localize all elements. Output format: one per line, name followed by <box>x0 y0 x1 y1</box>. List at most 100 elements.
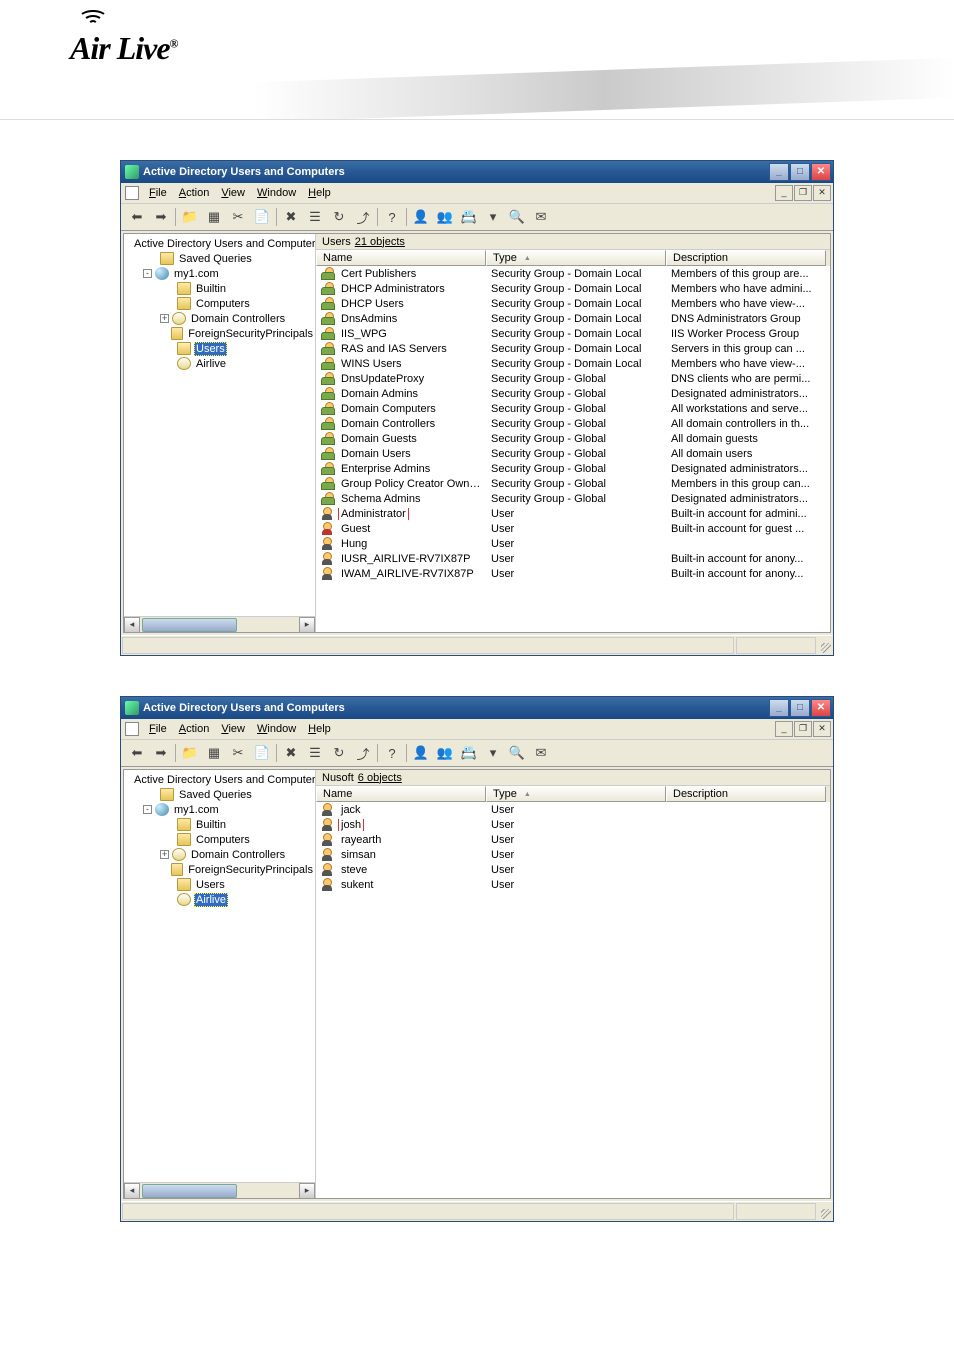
list-row[interactable]: josh User <box>316 817 830 832</box>
new-icon[interactable]: ☰ <box>304 742 326 764</box>
cut-icon[interactable]: ✂ <box>227 742 249 764</box>
tree-expand-icon[interactable]: + <box>160 850 169 859</box>
close-button[interactable]: ✕ <box>811 163 831 181</box>
tree-node[interactable]: Builtin <box>126 281 315 296</box>
list-row[interactable]: simsan User <box>316 847 830 862</box>
cut-icon[interactable]: ✂ <box>227 206 249 228</box>
user-add-icon[interactable]: 👤 <box>410 742 432 764</box>
menu-action[interactable]: Action <box>173 721 216 737</box>
tree-expand-icon[interactable]: - <box>143 269 152 278</box>
column-header-type[interactable]: Type <box>486 250 666 266</box>
tree-label[interactable]: Active Directory Users and Computer <box>132 238 316 250</box>
maximize-button[interactable]: □ <box>790 699 810 717</box>
list-row[interactable]: rayearth User <box>316 832 830 847</box>
tree-expand-icon[interactable]: + <box>160 314 169 323</box>
column-header-name[interactable]: Name <box>316 250 486 266</box>
list-row[interactable]: DHCP Administrators Security Group - Dom… <box>316 281 830 296</box>
tree-label[interactable]: Saved Queries <box>177 253 254 265</box>
find-icon[interactable]: 🔍 <box>506 206 528 228</box>
tree-label[interactable]: ForeignSecurityPrincipals <box>186 864 315 876</box>
tree-label[interactable]: my1.com <box>172 268 221 280</box>
tree-node[interactable]: + Domain Controllers <box>126 311 315 326</box>
list-row[interactable]: Domain Controllers Security Group - Glob… <box>316 416 830 431</box>
tree-node[interactable]: Airlive <box>126 356 315 371</box>
user-ou-icon[interactable]: 📇 <box>458 206 480 228</box>
tree-label[interactable]: Airlive <box>194 893 228 907</box>
list-row[interactable]: Administrator User Built-in account for … <box>316 506 830 521</box>
user-ou-icon[interactable]: 📇 <box>458 742 480 764</box>
list-row[interactable]: Guest User Built-in account for guest ..… <box>316 521 830 536</box>
tree-node[interactable]: Airlive <box>126 892 315 907</box>
tree-node[interactable]: Active Directory Users and Computer <box>126 236 315 251</box>
list-row[interactable]: DnsAdmins Security Group - Domain Local … <box>316 311 830 326</box>
menu-help[interactable]: Help <box>302 721 337 737</box>
list-row[interactable]: DHCP Users Security Group - Domain Local… <box>316 296 830 311</box>
refresh-icon[interactable]: ↻ <box>328 742 350 764</box>
list-row[interactable]: IIS_WPG Security Group - Domain Local II… <box>316 326 830 341</box>
resize-grip-icon[interactable] <box>817 636 833 655</box>
user-group-add-icon[interactable]: 👥 <box>434 742 456 764</box>
tree-node[interactable]: Saved Queries <box>126 787 315 802</box>
tree-pane[interactable]: Active Directory Users and Computer Save… <box>124 770 316 1198</box>
list-row[interactable]: IUSR_AIRLIVE-RV7IX87P User Built-in acco… <box>316 551 830 566</box>
list-row[interactable]: RAS and IAS Servers Security Group - Dom… <box>316 341 830 356</box>
export-icon[interactable]: ⤴ <box>352 206 374 228</box>
list-row[interactable]: steve User <box>316 862 830 877</box>
delete-icon[interactable]: ✖ <box>280 742 302 764</box>
menu-window[interactable]: Window <box>251 721 302 737</box>
child-close-button[interactable]: ✕ <box>813 185 831 201</box>
list-row[interactable]: Hung User <box>316 536 830 551</box>
list-row[interactable]: sukent User <box>316 877 830 892</box>
list-row[interactable]: Domain Admins Security Group - Global De… <box>316 386 830 401</box>
copy-icon[interactable]: 📄 <box>251 206 273 228</box>
up-folder-icon[interactable]: 📁 <box>179 206 201 228</box>
tree-label[interactable]: Computers <box>194 298 252 310</box>
tree-label[interactable]: Users <box>194 879 227 891</box>
refresh-icon[interactable]: ↻ <box>328 206 350 228</box>
tree-label[interactable]: Saved Queries <box>177 789 254 801</box>
filter-icon[interactable]: ▾ <box>482 206 504 228</box>
filter-icon[interactable]: ▾ <box>482 742 504 764</box>
back-arrow-icon[interactable]: ⬅ <box>126 206 148 228</box>
list-row[interactable]: DnsUpdateProxy Security Group - Global D… <box>316 371 830 386</box>
up-folder-icon[interactable]: 📁 <box>179 742 201 764</box>
tree-label[interactable]: Users <box>194 342 227 356</box>
child-restore-button[interactable]: ❐ <box>794 721 812 737</box>
tree-label[interactable]: Domain Controllers <box>189 849 287 861</box>
child-restore-button[interactable]: ❐ <box>794 185 812 201</box>
help-icon[interactable]: ? <box>381 742 403 764</box>
scroll-right-button[interactable]: ▸ <box>299 617 315 633</box>
mail-icon[interactable]: ✉ <box>530 206 552 228</box>
menu-help[interactable]: Help <box>302 185 337 201</box>
tree-node[interactable]: Users <box>126 341 315 356</box>
back-arrow-icon[interactable]: ⬅ <box>126 742 148 764</box>
list-row[interactable]: Cert Publishers Security Group - Domain … <box>316 266 830 281</box>
list-row[interactable]: Group Policy Creator Owners Security Gro… <box>316 476 830 491</box>
menu-view[interactable]: View <box>215 721 251 737</box>
horizontal-scrollbar[interactable]: ◂ ▸ <box>124 1182 315 1198</box>
user-add-icon[interactable]: 👤 <box>410 206 432 228</box>
tree-node[interactable]: Builtin <box>126 817 315 832</box>
list-row[interactable]: Domain Computers Security Group - Global… <box>316 401 830 416</box>
fwd-arrow-icon[interactable]: ➡ <box>150 742 172 764</box>
horizontal-scrollbar[interactable]: ◂ ▸ <box>124 616 315 632</box>
tree-node[interactable]: Saved Queries <box>126 251 315 266</box>
tree-node[interactable]: - my1.com <box>126 266 315 281</box>
tree-node[interactable]: Computers <box>126 296 315 311</box>
column-header-name[interactable]: Name <box>316 786 486 802</box>
tree-pane[interactable]: Active Directory Users and Computer Save… <box>124 234 316 632</box>
properties-icon[interactable]: ▦ <box>203 206 225 228</box>
tree-label[interactable]: Active Directory Users and Computer <box>132 774 316 786</box>
tree-label[interactable]: my1.com <box>172 804 221 816</box>
tree-node[interactable]: ForeignSecurityPrincipals <box>126 326 315 341</box>
tree-expand-icon[interactable]: - <box>143 805 152 814</box>
tree-label[interactable]: Computers <box>194 834 252 846</box>
tree-node[interactable]: ForeignSecurityPrincipals <box>126 862 315 877</box>
column-header-desc[interactable]: Description <box>666 786 826 802</box>
list-row[interactable]: IWAM_AIRLIVE-RV7IX87P User Built-in acco… <box>316 566 830 581</box>
tree-label[interactable]: Builtin <box>194 819 228 831</box>
find-icon[interactable]: 🔍 <box>506 742 528 764</box>
list-row[interactable]: WINS Users Security Group - Domain Local… <box>316 356 830 371</box>
tree-node[interactable]: Users <box>126 877 315 892</box>
menu-file[interactable]: File <box>143 721 173 737</box>
